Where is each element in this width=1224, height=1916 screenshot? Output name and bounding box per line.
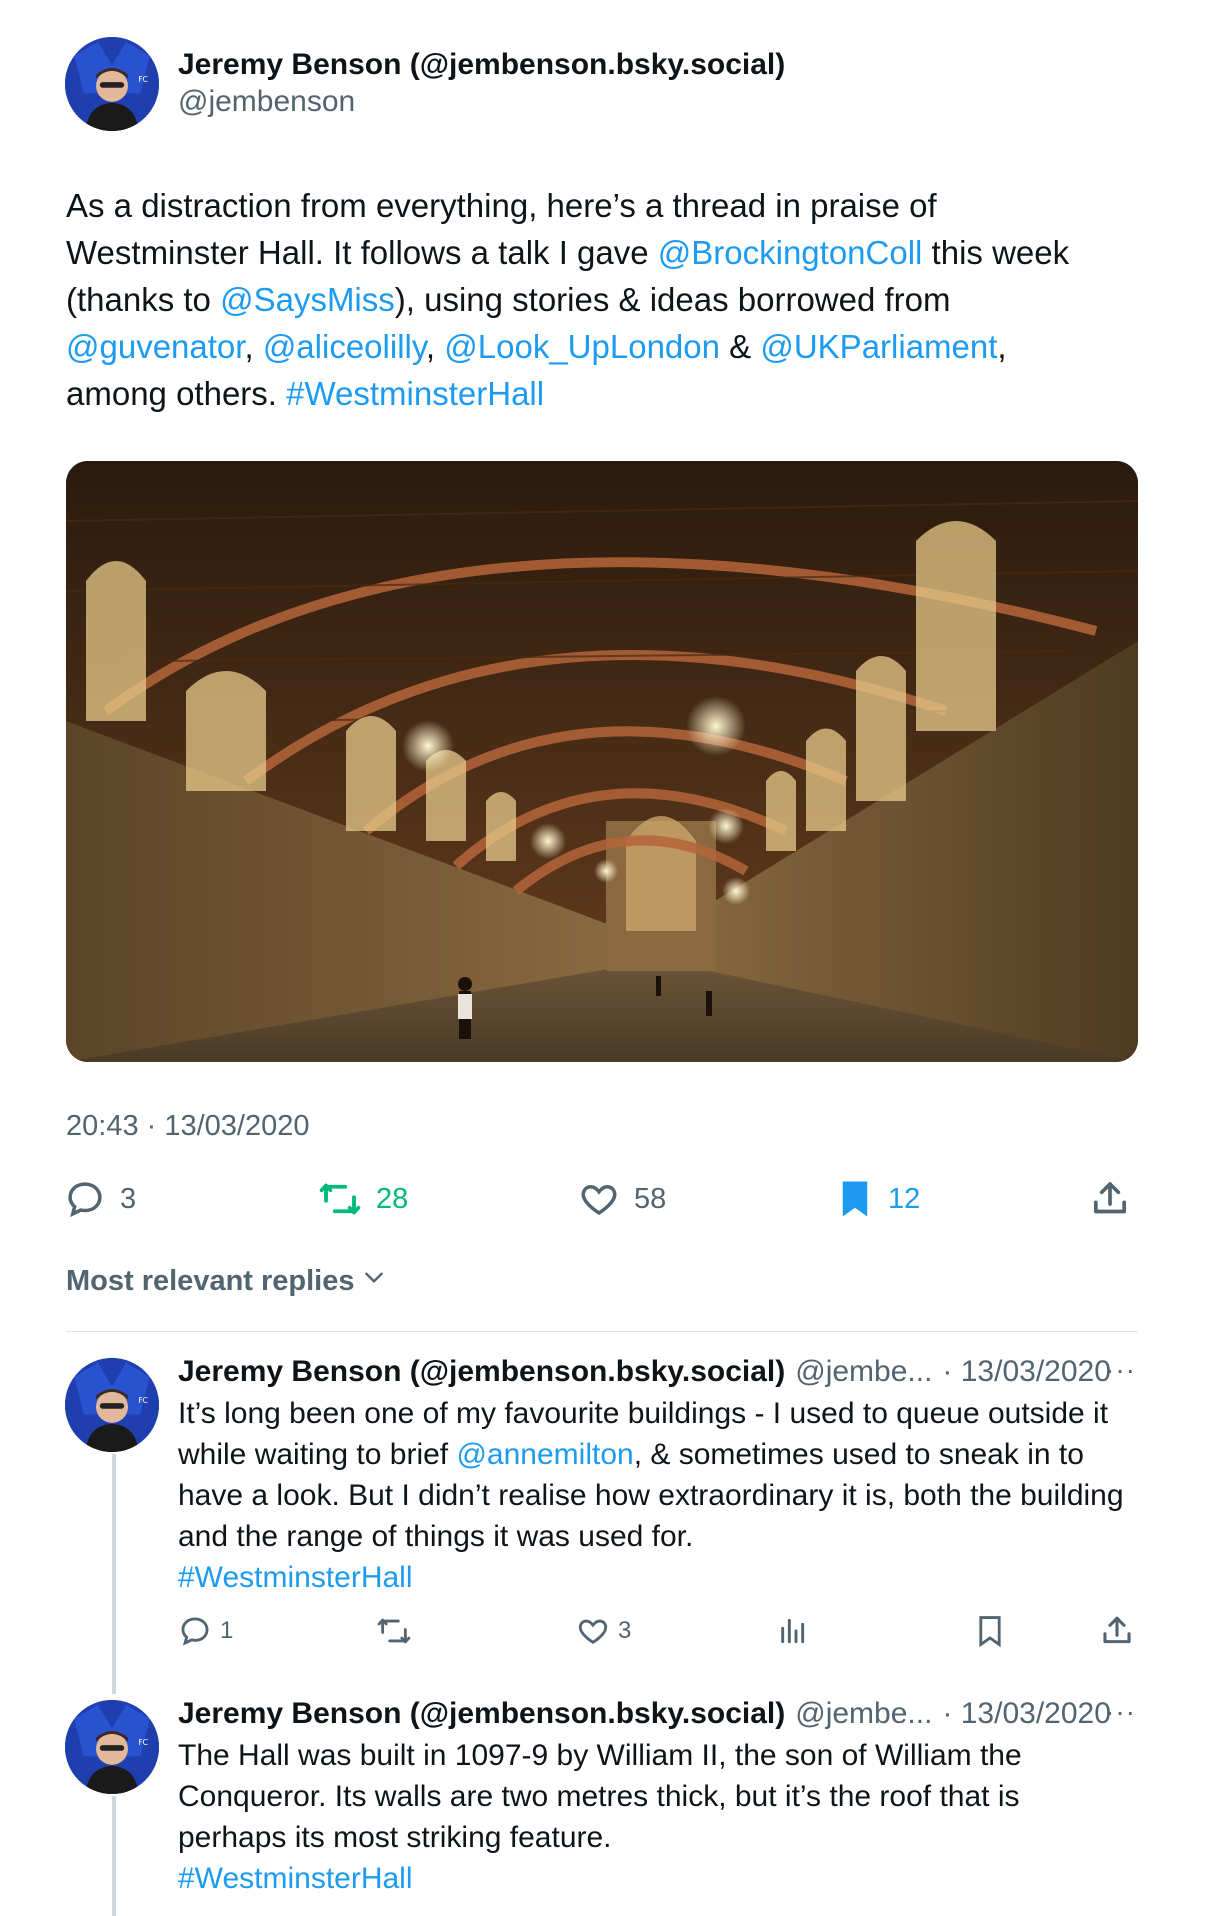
sort-label: Most relevant replies	[66, 1264, 355, 1297]
text-line: perhaps its most striking feature.	[178, 1817, 1138, 1858]
text-line: #WestminsterHall	[178, 1557, 1138, 1598]
svg-text:FC: FC	[138, 1738, 148, 1747]
hashtag-link[interactable]: #WestminsterHall	[178, 1561, 413, 1594]
text-line: while waiting to brief @annemilton, & so…	[178, 1434, 1138, 1475]
reply-header: Jeremy Benson (@jembenson.bsky.social) @…	[178, 1697, 1111, 1731]
bookmark-icon	[974, 1614, 1006, 1648]
hashtag-link[interactable]: #WestminsterHall	[178, 1862, 413, 1895]
text-segment: among others.	[66, 375, 287, 412]
reply-author-name[interactable]: Jeremy Benson (@jembenson.bsky.social)	[178, 1355, 785, 1389]
text-segment: It’s long been one of my favourite build…	[178, 1397, 1109, 1430]
text-line: (thanks to @SaysMiss), using stories & i…	[66, 276, 1146, 323]
reply-text: It’s long been one of my favourite build…	[178, 1393, 1138, 1598]
text-line: @guvenator, @aliceolilly, @Look_UpLondon…	[66, 323, 1146, 370]
reply-count: 1	[220, 1617, 234, 1644]
text-segment: and the range of things it was used for.	[178, 1520, 694, 1553]
text-line: #WestminsterHall	[178, 1858, 1138, 1899]
text-segment: Westminster Hall. It follows a talk I ga…	[66, 234, 658, 271]
mention-link[interactable]: @UKParliament	[760, 328, 997, 365]
bookmark-count: 12	[888, 1182, 921, 1215]
reply-date[interactable]: · 13/03/2020	[942, 1355, 1110, 1389]
text-segment: Conqueror. Its walls are two metres thic…	[178, 1780, 1020, 1813]
mention-link[interactable]: @Look_UpLondon	[444, 328, 720, 365]
text-segment: while waiting to brief	[178, 1438, 457, 1471]
author-handle[interactable]: @jembenson	[178, 85, 355, 119]
heart-icon	[578, 1178, 620, 1220]
text-segment: ), using stories & ideas borrowed from	[394, 281, 951, 318]
share-upload-icon	[1090, 1178, 1130, 1220]
reply-header: Jeremy Benson (@jembenson.bsky.social) @…	[178, 1355, 1111, 1389]
speech-bubble-icon	[64, 1178, 106, 1220]
text-line: The Hall was built in 1097-9 by William …	[178, 1735, 1138, 1776]
more-options-button[interactable]: ···	[1105, 1354, 1136, 1386]
like-count: 3	[618, 1617, 632, 1644]
text-segment: this week	[922, 234, 1070, 271]
mention-link[interactable]: @SaysMiss	[220, 281, 395, 318]
text-segment: ,	[997, 328, 1007, 365]
reply-author-name[interactable]: Jeremy Benson (@jembenson.bsky.social)	[178, 1697, 785, 1731]
text-line: It’s long been one of my favourite build…	[178, 1393, 1138, 1434]
replies-sort-dropdown[interactable]: Most relevant replies	[66, 1264, 387, 1298]
text-segment: have a look. But I didn’t realise how ex…	[178, 1479, 1124, 1512]
reply-count: 3	[120, 1182, 137, 1215]
text-segment: perhaps its most striking feature.	[178, 1821, 612, 1854]
text-line: have a look. But I didn’t realise how ex…	[178, 1475, 1138, 1516]
reply-author-handle[interactable]: @jembe...	[795, 1697, 932, 1731]
text-line: As a distraction from everything, here’s…	[66, 182, 1146, 229]
reply-share-button[interactable]	[1100, 1614, 1134, 1648]
bookmark-icon	[836, 1178, 874, 1220]
tweet-timestamp[interactable]: 20:43 · 13/03/2020	[66, 1110, 309, 1143]
reply-button[interactable]: 3	[64, 1178, 136, 1220]
text-segment: &	[719, 328, 761, 365]
reply-retweet-button[interactable]	[376, 1614, 412, 1648]
tweet-text: As a distraction from everything, here’s…	[66, 182, 1146, 417]
like-count: 58	[634, 1182, 667, 1215]
text-line: and the range of things it was used for.	[178, 1516, 1138, 1557]
bar-chart-icon	[776, 1614, 808, 1648]
heart-icon	[576, 1614, 610, 1648]
reply-date[interactable]: · 13/03/2020	[942, 1697, 1110, 1731]
mention-link[interactable]: @guvenator	[66, 328, 244, 365]
retweet-arrows-icon	[376, 1614, 412, 1648]
divider	[66, 1331, 1138, 1332]
share-button[interactable]	[1090, 1178, 1130, 1220]
text-segment: ,	[244, 328, 263, 365]
svg-text:FC: FC	[138, 75, 148, 84]
hashtag-link[interactable]: #WestminsterHall	[286, 375, 544, 412]
tweet-photo[interactable]	[66, 461, 1138, 1062]
bookmark-button[interactable]: 12	[836, 1178, 920, 1220]
author-avatar[interactable]: FC	[65, 37, 159, 131]
reply-avatar[interactable]: FC	[65, 1358, 159, 1452]
retweet-button[interactable]: 28	[318, 1178, 408, 1220]
share-upload-icon	[1100, 1614, 1134, 1648]
thread-connector	[112, 1454, 116, 1694]
speech-bubble-icon	[178, 1614, 212, 1648]
thread-connector	[112, 1796, 116, 1916]
text-segment: As a distraction from everything, here’s…	[66, 187, 937, 224]
chevron-down-icon	[361, 1264, 387, 1298]
text-segment: The Hall was built in 1097-9 by William …	[178, 1739, 1022, 1772]
mention-link[interactable]: @BrockingtonColl	[658, 234, 923, 271]
reply-like-button[interactable]: 3	[576, 1614, 631, 1648]
mention-link[interactable]: @annemilton	[456, 1438, 633, 1471]
mention-link[interactable]: @aliceolilly	[263, 328, 426, 365]
more-options-button[interactable]: ···	[1105, 1696, 1136, 1728]
text-segment: ,	[425, 328, 445, 365]
reply-text: The Hall was built in 1097-9 by William …	[178, 1735, 1138, 1899]
author-display-name[interactable]: Jeremy Benson (@jembenson.bsky.social)	[178, 48, 785, 82]
retweet-arrows-icon	[318, 1178, 362, 1220]
like-button[interactable]: 58	[578, 1178, 666, 1220]
text-line: Westminster Hall. It follows a talk I ga…	[66, 229, 1146, 276]
text-segment: , & sometimes used to sneak in to	[633, 1438, 1084, 1471]
reply-author-handle[interactable]: @jembe...	[795, 1355, 932, 1389]
reply-views-button[interactable]	[776, 1614, 808, 1648]
svg-text:FC: FC	[138, 1396, 148, 1405]
reply-reply-button[interactable]: 1	[178, 1614, 233, 1648]
reply-avatar[interactable]: FC	[65, 1700, 159, 1794]
text-line: Conqueror. Its walls are two metres thic…	[178, 1776, 1138, 1817]
text-segment: (thanks to	[66, 281, 221, 318]
reply-bookmark-button[interactable]	[974, 1614, 1006, 1648]
retweet-count: 28	[376, 1182, 409, 1215]
text-line: among others. #WestminsterHall	[66, 370, 1146, 417]
